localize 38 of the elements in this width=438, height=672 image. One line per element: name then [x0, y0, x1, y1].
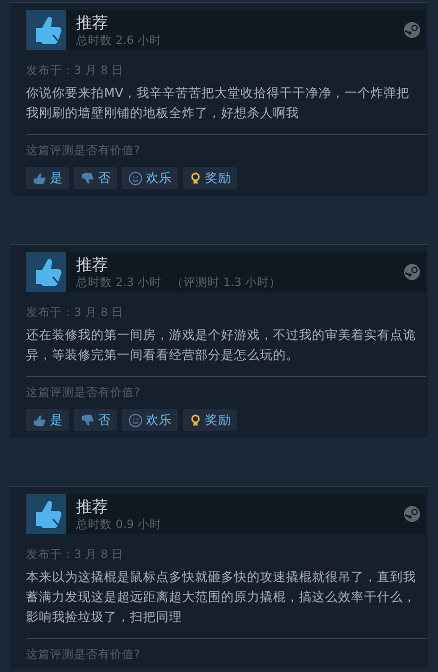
yes-button[interactable]: 是 — [26, 409, 69, 431]
funny-button[interactable]: 欢乐 — [122, 167, 178, 189]
helpful-prompt: 这篇评测是否有价值? — [26, 143, 142, 158]
award-button[interactable]: 奖励 — [183, 409, 237, 431]
play-hours: 总时数 0.9 小时 — [76, 516, 162, 532]
posted-date: 发布于：3 月 8 日 — [26, 62, 125, 78]
review-text: 还在装修我的第一间房，游戏是个好游戏，不过我的审美着实有点诡异，等装修完第一间看看经营部分是怎么玩的。 — [26, 326, 417, 364]
steam-logo-icon — [404, 264, 420, 280]
thumbs-down-icon — [80, 412, 95, 428]
thumbs-up-icon — [32, 170, 47, 186]
award-ribbon-icon — [189, 170, 202, 186]
award-button[interactable]: 奖励 — [183, 167, 237, 189]
play-hours: 总时数 2.6 小时 — [76, 32, 162, 48]
thumbs-up-icon — [32, 412, 47, 428]
smiley-icon — [128, 170, 143, 186]
thumbs-up-icon — [26, 10, 66, 50]
smiley-icon — [128, 412, 143, 428]
posted-date: 发布于：3 月 8 日 — [26, 304, 125, 320]
helpful-prompt: 这篇评测是否有价值? — [26, 385, 142, 400]
thumbs-up-icon — [26, 494, 66, 534]
review-text: 本来以为这撬棍是鼠标点多快就砸多快的攻速撬棍就很吊了，直到我蓄满力发现这是超远距离超大范围的原力撬棍，搞这么效率干什么，影响我捡垃圾了，扫把同理 — [26, 568, 417, 626]
helpful-prompt: 这篇评测是否有价值? — [26, 647, 142, 662]
thumbs-up-icon — [26, 252, 66, 292]
no-button[interactable]: 否 — [74, 167, 117, 189]
review-verdict: 推荐 — [76, 12, 109, 32]
posted-date: 发布于：3 月 8 日 — [26, 546, 125, 562]
award-ribbon-icon — [189, 412, 202, 428]
review-verdict: 推荐 — [76, 254, 109, 274]
play-hours: 总时数 2.3 小时 — [76, 274, 162, 290]
review-verdict: 推荐 — [76, 496, 109, 516]
review-text: 你说你要来拍MV，我辛辛苦苦把大堂收拾得干干净净，一个炸弹把我刚刷的墙壁刚铺的地板全炸了，好想杀人啊我 — [26, 84, 410, 122]
thumbs-down-icon — [80, 170, 95, 186]
funny-button[interactable]: 欢乐 — [122, 409, 178, 431]
review-hours: （评测时 1.3 小时） — [172, 274, 282, 290]
steam-logo-icon — [404, 22, 420, 38]
yes-button[interactable]: 是 — [26, 167, 69, 189]
steam-logo-icon — [404, 506, 420, 522]
no-button[interactable]: 否 — [74, 409, 117, 431]
